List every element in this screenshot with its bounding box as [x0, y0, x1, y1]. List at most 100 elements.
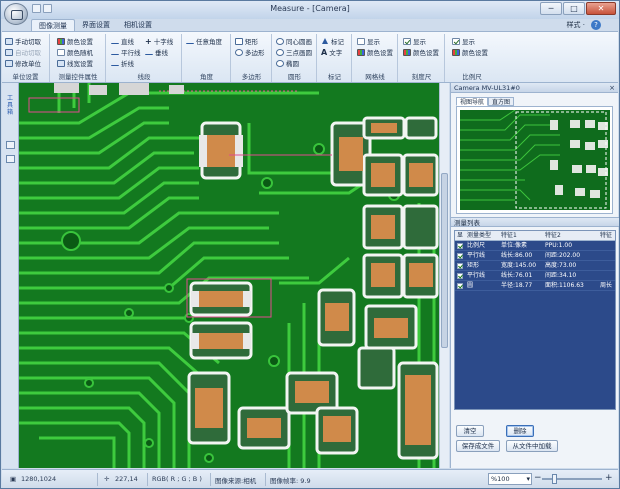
row-visible-checkbox[interactable] [457, 263, 463, 269]
line-width-button[interactable]: 线宽设置 [57, 58, 93, 68]
zoom-in-icon[interactable]: + [605, 473, 613, 483]
three-point-circle-tool[interactable]: 三点画圆 [276, 47, 312, 57]
group-label-mark: 标记 [328, 73, 341, 81]
scalebar-color-button[interactable]: 颜色设置 [452, 47, 488, 57]
group-label-polygon: 多边形 [241, 73, 262, 81]
pcb-image [19, 83, 439, 468]
parallel-line-tool[interactable]: 平行线 [111, 47, 141, 57]
toolbox-folder-icon[interactable] [6, 141, 15, 149]
tab-view-navigation[interactable]: 视图导航 [456, 97, 489, 106]
group-label-ruler: 刻度尺 [411, 73, 432, 81]
palette-icon [452, 48, 460, 56]
random-color-button[interactable]: 颜色随机 [57, 47, 93, 57]
tab-histogram[interactable]: 直方图 [488, 97, 515, 106]
row-visible-checkbox[interactable] [457, 253, 463, 259]
minimize-button[interactable]: ─ [540, 2, 562, 15]
window-title: Measure - [Camera] [270, 4, 350, 13]
image-scrollbar[interactable] [439, 83, 449, 468]
rect-tool[interactable]: 矩形 [235, 36, 258, 46]
ruler-color-button[interactable]: 颜色设置 [403, 47, 439, 57]
text-tool[interactable]: A 文字 [321, 47, 342, 57]
col-type[interactable]: 测量类型 [465, 231, 499, 240]
save-to-file-button[interactable]: 保存成文件 [456, 440, 500, 452]
left-toolbox: 工具箱 [2, 83, 19, 468]
mark-tool[interactable]: 标记 [321, 36, 344, 46]
group-circle: 同心圆画 三点画圆 椭圆 圆形 [273, 34, 317, 82]
help-icon[interactable]: ? [591, 20, 601, 30]
palette-icon [403, 48, 411, 56]
table-row[interactable]: 比例尺 单位:像素 PPU:1.00 [455, 241, 615, 251]
delete-button[interactable]: 删除 [506, 425, 534, 437]
palette-icon [357, 48, 365, 56]
panel-title-bar: Camera MV-UL31#0 × [451, 83, 618, 93]
row-visible-checkbox[interactable] [457, 283, 463, 289]
col-feature1[interactable]: 特征1 [499, 231, 543, 240]
zoom-slider[interactable] [542, 474, 602, 484]
tab-camera-settings[interactable]: 相机设置 [117, 19, 159, 31]
row-visible-checkbox[interactable] [457, 273, 463, 279]
scrollbar-thumb[interactable] [441, 173, 448, 348]
grid-show-checkbox[interactable]: 显示 [357, 36, 380, 46]
palette-icon [57, 37, 65, 45]
clear-button[interactable]: 清空 [456, 425, 484, 437]
rect-icon [235, 37, 243, 45]
concentric-circle-icon [276, 37, 284, 45]
ribbon: 手动切取 自动切取 修改单位 单位设置 颜色设置 颜色随机 线宽设置 测量控件属… [2, 31, 618, 83]
grid-color-button[interactable]: 颜色设置 [357, 47, 393, 57]
measure-list: 显 测量类型 特征1 特征2 特征 比例尺 单位:像素 PPU:1.00 平行线 线长… [454, 230, 616, 410]
auto-capture-button[interactable]: 自动切取 [5, 47, 41, 57]
navigator-thumbnail[interactable] [460, 110, 610, 210]
group-label-grid: 网格线 [365, 73, 385, 81]
zoom-out-icon[interactable]: − [534, 473, 542, 483]
line-width-icon [57, 59, 65, 67]
ellipse-tool[interactable]: 椭圆 [276, 58, 299, 68]
polyline-tool[interactable]: 折线 [111, 58, 134, 68]
col-feature2[interactable]: 特征2 [543, 231, 598, 240]
table-row[interactable]: 平行线 线长:76.01 间距:34.10 [455, 271, 615, 281]
maximize-button[interactable]: □ [563, 2, 585, 15]
group-control-props: 颜色设置 颜色随机 线宽设置 测量控件属性 [51, 34, 106, 82]
camera-image-view[interactable] [19, 83, 439, 468]
right-panel: Camera MV-UL31#0 × 视图导航 直方图 测量列表 显 测量类型 特… [450, 83, 619, 468]
zoom-slider-knob[interactable] [552, 474, 557, 484]
tab-ui-settings[interactable]: 界面设置 [75, 19, 117, 31]
ellipse-icon [276, 59, 284, 67]
toolbox-label[interactable]: 工具箱 [7, 95, 14, 116]
toolbox-image-icon[interactable] [6, 155, 15, 163]
nav-tabs: 视图导航 直方图 [456, 97, 515, 106]
polygon-tool[interactable]: 多边形 [235, 47, 265, 57]
group-polygon: 矩形 多边形 多边形 [232, 34, 272, 82]
three-point-circle-icon [276, 48, 284, 56]
scalebar-show-checkbox[interactable]: 显示 [452, 36, 475, 46]
row-visible-checkbox[interactable] [457, 243, 463, 249]
measure-list-title: 测量列表 [451, 217, 619, 227]
close-button[interactable]: ✕ [586, 2, 616, 15]
ruler-icon [5, 37, 13, 45]
perpendicular-tool[interactable]: 垂线 [145, 47, 168, 57]
zoom-select[interactable]: %100 [488, 473, 532, 485]
load-from-file-button[interactable]: 从文件中加载 [506, 440, 558, 452]
table-row[interactable]: 矩形 宽度:145.00 高度:73.00 [455, 261, 615, 271]
ruler-show-checkbox[interactable]: 显示 [403, 36, 426, 46]
color-setting-button[interactable]: 颜色设置 [57, 36, 93, 46]
col-show[interactable]: 显 [455, 231, 465, 240]
table-row[interactable]: 圆半径:18.77 面积:1106.63 周长 [455, 281, 615, 291]
manual-capture-button[interactable]: 手动切取 [5, 36, 41, 46]
group-label-line: 线段 [137, 73, 151, 81]
tab-image-measure[interactable]: 图像测量 [31, 19, 75, 31]
line-tool[interactable]: 直线 [111, 36, 134, 46]
frame-rate-text: 图像帧率: 9.9 [270, 477, 311, 485]
edit-unit-button[interactable]: 修改单位 [5, 58, 41, 68]
checkbox-icon [357, 37, 365, 45]
concentric-circle-tool[interactable]: 同心圆画 [276, 36, 312, 46]
perpendicular-icon [145, 50, 153, 55]
col-feature3[interactable]: 特征 [598, 231, 615, 240]
group-scale-ruler: 显示 颜色设置 刻度尺 [399, 34, 445, 82]
crosshair-tool[interactable]: + 十字线 [145, 36, 173, 46]
rgb-text: RGB( R ; G ; B ) [152, 475, 202, 483]
group-line: 直线 平行线 折线 + 十字线 垂线 线段 [107, 34, 182, 82]
style-menu[interactable]: 样式 · [567, 20, 585, 30]
table-row[interactable]: 平行线 线长:86.00 间距:202.00 [455, 251, 615, 261]
angle-tool[interactable]: 任意角度 [186, 36, 222, 46]
panel-close-icon[interactable]: × [609, 83, 615, 93]
